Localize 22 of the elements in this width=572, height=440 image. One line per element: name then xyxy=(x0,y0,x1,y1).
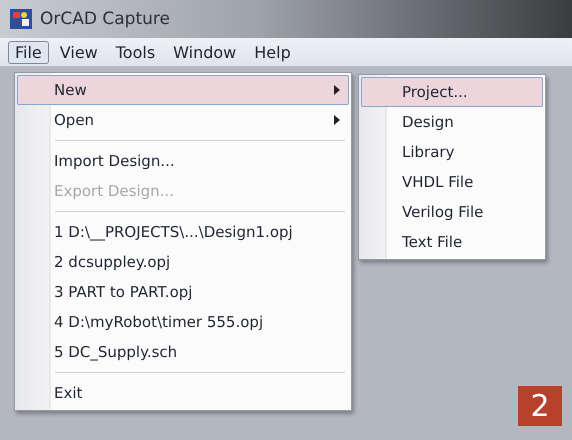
step-badge: 2 xyxy=(518,386,562,426)
menu-item[interactable]: Import Design... xyxy=(17,146,349,176)
menu-item[interactable]: 5 DC_Supply.sch xyxy=(17,337,349,367)
menu-title[interactable]: View xyxy=(52,40,105,64)
menu-item[interactable]: Open xyxy=(17,105,349,135)
menu-item[interactable]: 2 dcsuppley.opj xyxy=(17,247,349,277)
menu-item[interactable]: 1 D:\__PROJECTS\...\Design1.opj xyxy=(17,217,349,247)
menu-item[interactable]: Project... xyxy=(361,77,543,107)
menu-title[interactable]: Window xyxy=(166,40,244,64)
menu-item[interactable]: VHDL File xyxy=(361,167,543,197)
menu-title[interactable]: File xyxy=(8,40,49,64)
window-title: OrCAD Capture xyxy=(40,9,170,29)
menu-item[interactable]: Exit xyxy=(17,378,349,408)
menu-item[interactable]: Verilog File xyxy=(361,197,543,227)
menu-title[interactable]: Help xyxy=(247,40,298,64)
menu-item[interactable]: Library xyxy=(361,137,543,167)
menu-item[interactable]: Text File xyxy=(361,227,543,257)
menu-item[interactable]: 4 D:\myRobot\timer 555.opj xyxy=(17,307,349,337)
menu-item[interactable]: Design xyxy=(361,107,543,137)
menu-item[interactable]: 3 PART to PART.opj xyxy=(17,277,349,307)
menu-title[interactable]: Tools xyxy=(108,40,162,64)
menu-item[interactable]: New xyxy=(17,75,349,105)
